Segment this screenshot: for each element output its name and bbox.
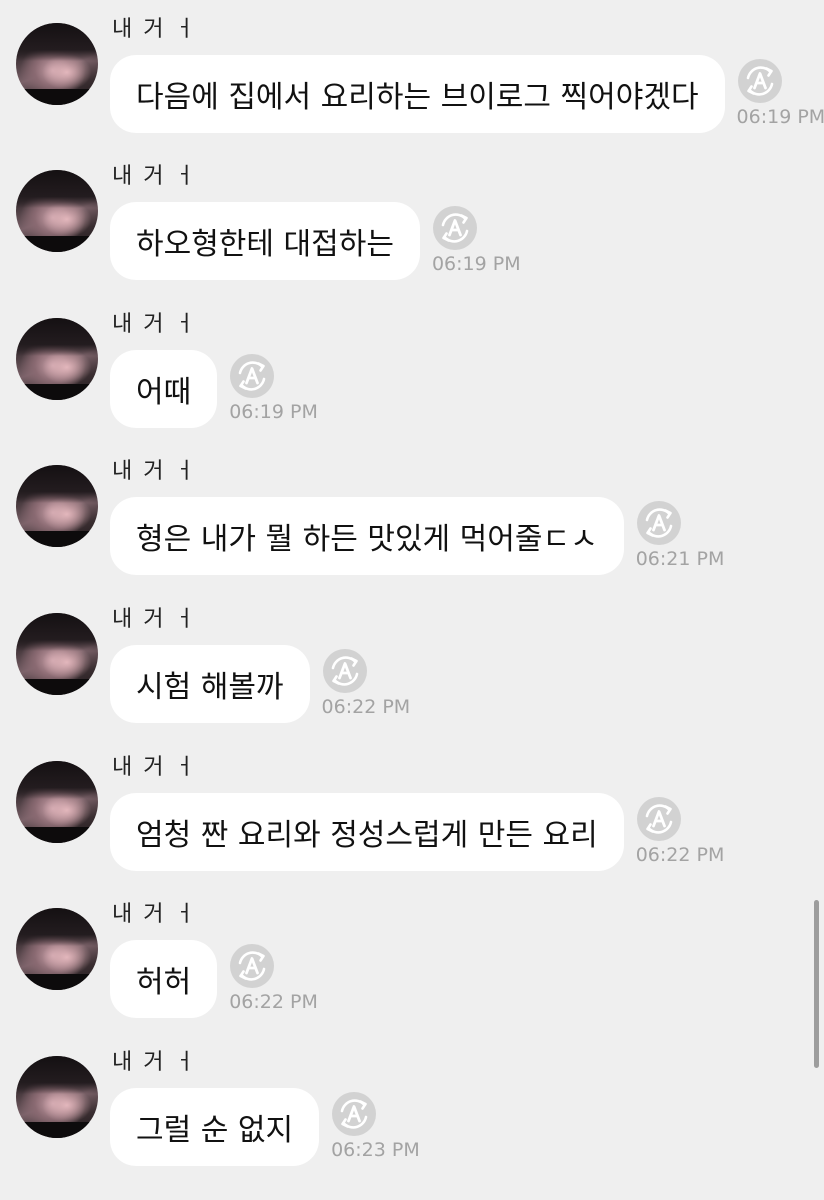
message-bubble[interactable]: 어때 — [110, 350, 218, 428]
timestamp: 06:19 PM — [229, 401, 318, 423]
timestamp: 06:19 PM — [736, 106, 824, 128]
timestamp: 06:23 PM — [331, 1139, 420, 1161]
message-item: 내 거 ㅓ 허허 06:22 PM — [0, 885, 824, 1025]
sender-name: 내 거 ㅓ — [112, 607, 197, 632]
translate-icon[interactable] — [229, 943, 275, 989]
message-item: 내 거 ㅓ 형은 내가 뭘 하든 맛있게 먹어줄ㄷㅅ 06:21 PM — [0, 442, 824, 582]
translate-icon[interactable] — [229, 353, 275, 399]
translate-icon[interactable] — [432, 205, 478, 251]
message-item: 내 거 ㅓ 다음에 집에서 요리하는 브이로그 찍어야겠다 06:19 PM — [0, 0, 824, 140]
message-bubble[interactable]: 엄청 짠 요리와 정성스럽게 만든 요리 — [110, 793, 624, 871]
avatar[interactable] — [16, 170, 98, 252]
avatar[interactable] — [16, 23, 98, 105]
sender-name: 내 거 ㅓ — [112, 1050, 197, 1075]
avatar[interactable] — [16, 613, 98, 695]
translate-icon[interactable] — [737, 58, 783, 104]
message-item: 내 거 ㅓ 어때 06:19 PM — [0, 295, 824, 435]
message-item: 내 거 ㅓ 하오형한테 대접하는 06:19 PM — [0, 147, 824, 287]
timestamp: 06:22 PM — [229, 991, 318, 1013]
avatar[interactable] — [16, 318, 98, 400]
message-item: 내 거 ㅓ 그럴 순 없지 06:23 PM — [0, 1033, 824, 1173]
message-item: 내 거 ㅓ 시험 해볼까 06:22 PM — [0, 590, 824, 730]
avatar[interactable] — [16, 1056, 98, 1138]
sender-name: 내 거 ㅓ — [112, 164, 197, 189]
sender-name: 내 거 ㅓ — [112, 902, 197, 927]
timestamp: 06:22 PM — [321, 696, 411, 718]
message-item: 내 거 ㅓ 엄청 짠 요리와 정성스럽게 만든 요리 06:22 PM — [0, 738, 824, 878]
sender-name: 내 거 ㅓ — [112, 459, 197, 484]
translate-icon[interactable] — [322, 648, 368, 694]
message-bubble[interactable]: 허허 — [110, 940, 218, 1018]
message-bubble[interactable]: 다음에 집에서 요리하는 브이로그 찍어야겠다 — [110, 55, 725, 133]
message-bubble[interactable]: 시험 해볼까 — [110, 645, 310, 723]
timestamp: 06:21 PM — [635, 548, 725, 570]
avatar[interactable] — [16, 761, 98, 843]
translate-icon[interactable] — [331, 1091, 377, 1137]
message-bubble[interactable]: 하오형한테 대접하는 — [110, 202, 420, 280]
timestamp: 06:22 PM — [635, 844, 725, 866]
translate-icon[interactable] — [636, 796, 682, 842]
chat-thread[interactable]: 내 거 ㅓ 다음에 집에서 요리하는 브이로그 찍어야겠다 06:19 PM 내… — [0, 0, 824, 1200]
avatar[interactable] — [16, 465, 98, 547]
sender-name: 내 거 ㅓ — [112, 755, 197, 780]
sender-name: 내 거 ㅓ — [112, 312, 197, 337]
translate-icon[interactable] — [636, 500, 682, 546]
avatar[interactable] — [16, 908, 98, 990]
sender-name: 내 거 ㅓ — [112, 17, 197, 42]
message-bubble[interactable]: 그럴 순 없지 — [110, 1088, 320, 1166]
timestamp: 06:19 PM — [431, 253, 521, 275]
message-bubble[interactable]: 형은 내가 뭘 하든 맛있게 먹어줄ㄷㅅ — [110, 497, 624, 575]
scrollbar[interactable] — [814, 900, 819, 1068]
